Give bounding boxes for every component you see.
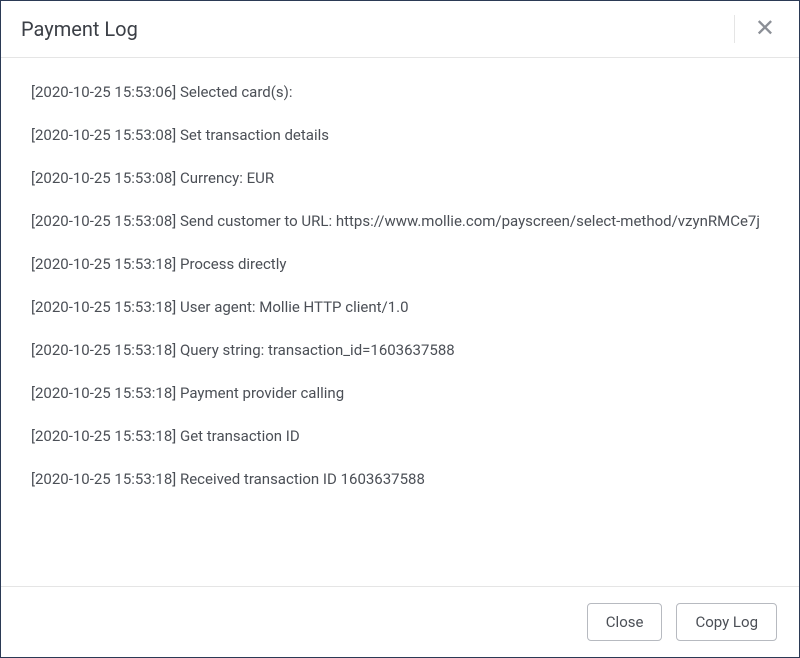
log-entry: [2020-10-25 15:53:08] Currency: EUR (31, 168, 769, 189)
log-entry: [2020-10-25 15:53:18] Received transacti… (31, 469, 769, 490)
modal-header: Payment Log ✕ (1, 1, 799, 58)
copy-log-button[interactable]: Copy Log (676, 603, 777, 641)
payment-log-modal: Payment Log ✕ [2020-10-25 15:53:06] Sele… (0, 0, 800, 658)
log-entry: [2020-10-25 15:53:18] Payment provider c… (31, 383, 769, 404)
close-button[interactable]: Close (587, 603, 663, 641)
modal-body: [2020-10-25 15:53:06] Selected card(s): [… (1, 58, 799, 586)
modal-footer: Close Copy Log (1, 586, 799, 657)
modal-title: Payment Log (21, 17, 138, 41)
log-entry: [2020-10-25 15:53:08] Set transaction de… (31, 125, 769, 146)
log-entry: [2020-10-25 15:53:06] Selected card(s): (31, 82, 769, 103)
log-entry: [2020-10-25 15:53:08] Send customer to U… (31, 211, 769, 232)
log-entry: [2020-10-25 15:53:18] Process directly (31, 254, 769, 275)
close-icon[interactable]: ✕ (734, 15, 779, 43)
log-scroll-area[interactable]: [2020-10-25 15:53:06] Selected card(s): [… (21, 78, 779, 566)
log-entry: [2020-10-25 15:53:18] Query string: tran… (31, 340, 769, 361)
log-entry: [2020-10-25 15:53:18] Get transaction ID (31, 426, 769, 447)
log-entry: [2020-10-25 15:53:18] User agent: Mollie… (31, 297, 769, 318)
